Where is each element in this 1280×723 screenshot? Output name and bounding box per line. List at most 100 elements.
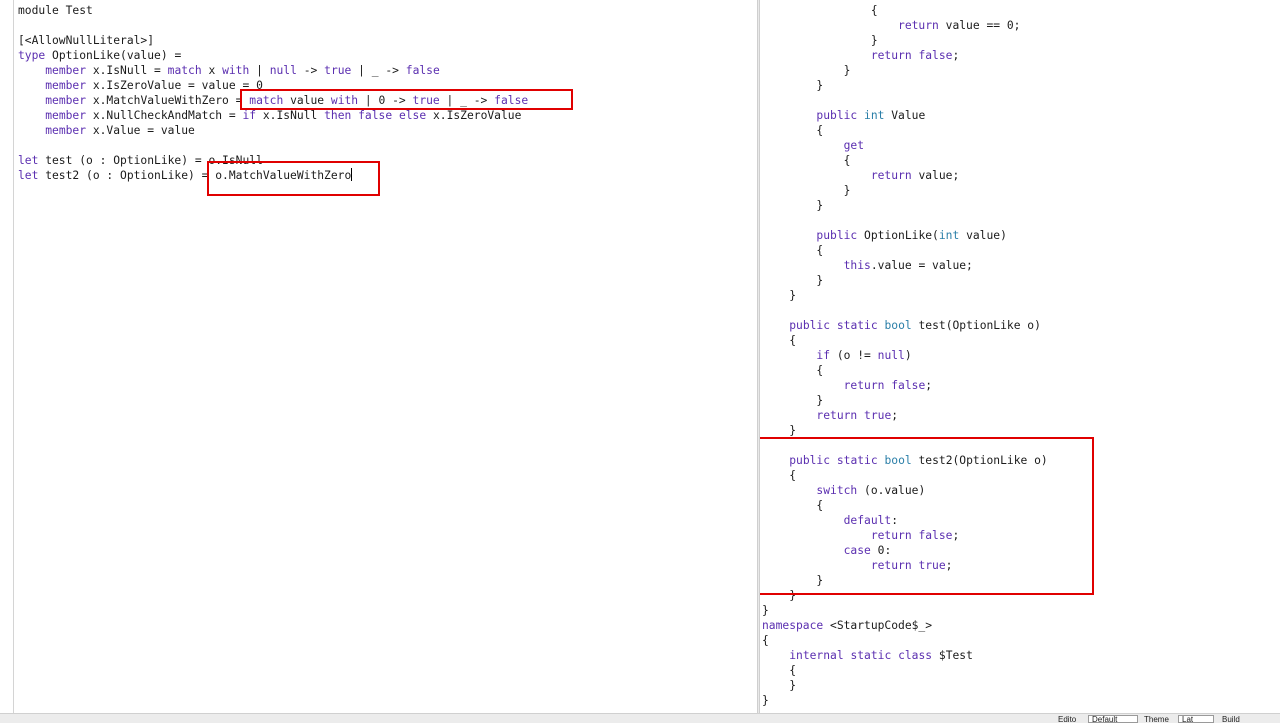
code-token: value == 0;: [938, 19, 1021, 32]
keyword-token: namespace: [762, 619, 824, 632]
csharp-code-line: public static bool test2(OptionLike o): [762, 453, 1048, 468]
keyword-token: return: [870, 559, 912, 572]
code-token: | _ ->: [351, 64, 406, 77]
code-token: ;: [945, 559, 953, 572]
fsharp-code[interactable]: module Test [<AllowNullLiteral>] type Opti…: [18, 3, 528, 183]
type-token: bool: [884, 454, 912, 467]
code-token: }: [762, 274, 824, 287]
csharp-code-line: }: [762, 588, 1048, 603]
code-token: {: [762, 499, 824, 512]
code-token: x.IsZeroValue: [426, 109, 522, 122]
csharp-code-line: return false;: [762, 48, 1048, 63]
code-token: 0:: [870, 544, 892, 557]
csharp-code-line: {: [762, 333, 1048, 348]
keyword-token: public: [816, 109, 858, 122]
keyword-token: if: [816, 349, 831, 362]
code-token: OptionLike(: [857, 229, 939, 242]
keyword-token: match: [167, 64, 202, 77]
code-token: x: [201, 64, 223, 77]
fsharp-code-line: member x.Value = value: [18, 123, 528, 138]
keyword-token: let: [18, 169, 39, 182]
keyword-token: false: [891, 379, 926, 392]
keyword-token: return: [898, 19, 939, 32]
code-token: :: [891, 514, 899, 527]
fsharp-source-editor[interactable]: module Test [<AllowNullLiteral>] type Opti…: [0, 0, 757, 713]
keyword-token: static: [836, 454, 878, 467]
keyword-token: member: [45, 124, 87, 137]
keyword-token: with: [222, 64, 250, 77]
keyword-token: public: [789, 454, 831, 467]
csharp-code-line: return value;: [762, 168, 1048, 183]
code-token: x.IsNull: [256, 109, 325, 122]
keyword-token: member: [45, 64, 87, 77]
code-token: }: [762, 394, 824, 407]
keyword-token: null: [877, 349, 905, 362]
keyword-token: return: [816, 409, 858, 422]
code-token: x.IsZeroValue = value = 0: [86, 79, 263, 92]
theme-select[interactable]: Lat: [1178, 715, 1214, 723]
csharp-code-line: default:: [762, 513, 1048, 528]
csharp-code-line: }: [762, 573, 1048, 588]
code-token: }: [762, 184, 851, 197]
code-token: x.IsNull =: [86, 64, 168, 77]
keyword-token: static: [850, 649, 892, 662]
code-token: [<AllowNullLiteral>]: [18, 34, 155, 47]
csharp-code-line: public static bool test(OptionLike o): [762, 318, 1048, 333]
code-token: test2 (o : OptionLike) = o.MatchValueWit…: [38, 169, 352, 182]
editor-select[interactable]: Default: [1088, 715, 1138, 723]
status-bar: Edito Default Theme Lat Build: [0, 713, 1280, 723]
csharp-code-line: }: [762, 288, 1048, 303]
code-token: {: [762, 664, 797, 677]
build-label: Build: [1222, 715, 1240, 723]
keyword-token: member: [45, 109, 87, 122]
code-token: }: [762, 604, 769, 617]
keyword-token: member: [45, 94, 87, 107]
code-token: ;: [952, 49, 960, 62]
csharp-code-line: {: [762, 633, 1048, 648]
code-token: {: [762, 244, 824, 257]
csharp-code-line: [762, 213, 1048, 228]
code-token: ->: [296, 64, 325, 77]
code-token: {: [762, 4, 878, 17]
csharp-code-line: }: [762, 33, 1048, 48]
type-token: int: [864, 109, 885, 122]
code-token: {: [762, 334, 797, 347]
code-token: Value: [884, 109, 926, 122]
keyword-token: false: [358, 109, 393, 122]
keyword-token: let: [18, 154, 39, 167]
csharp-code[interactable]: { return value == 0; } return false; } }…: [762, 3, 1048, 708]
keyword-token: member: [45, 79, 87, 92]
keyword-token: false: [494, 94, 529, 107]
keyword-token: true: [324, 64, 352, 77]
keyword-token: public: [816, 229, 858, 242]
keyword-token: get: [843, 139, 865, 152]
csharp-code-line: {: [762, 123, 1048, 138]
code-token: {: [762, 364, 824, 377]
fsharp-code-line: let test2 (o : OptionLike) = o.MatchValu…: [18, 168, 528, 183]
keyword-token: with: [330, 94, 359, 107]
fsharp-code-line: member x.NullCheckAndMatch = if x.IsNull…: [18, 108, 528, 123]
keyword-token: public: [789, 319, 831, 332]
csharp-decompiled-view[interactable]: { return value == 0; } return false; } }…: [760, 0, 1280, 713]
csharp-code-line: if (o != null): [762, 348, 1048, 363]
keyword-token: match: [249, 94, 284, 107]
code-token: }: [762, 199, 824, 212]
csharp-code-line: }: [762, 393, 1048, 408]
editor-label: Edito: [1058, 715, 1077, 723]
keyword-token: return: [843, 379, 885, 392]
code-token: $Test: [932, 649, 973, 662]
keyword-token: false: [918, 529, 953, 542]
code-token: value;: [911, 169, 960, 182]
csharp-code-line: public OptionLike(int value): [762, 228, 1048, 243]
keyword-token: if: [242, 109, 257, 122]
code-token: }: [762, 79, 824, 92]
